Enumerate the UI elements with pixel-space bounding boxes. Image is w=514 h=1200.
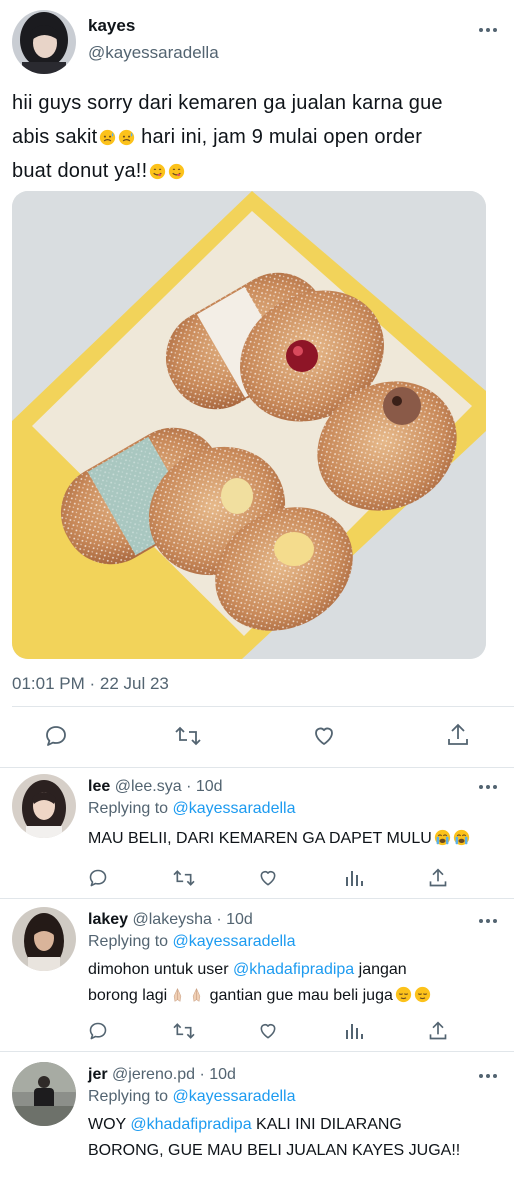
more-options-icon[interactable]: [476, 780, 500, 794]
more-options-icon[interactable]: [476, 914, 500, 928]
like-icon[interactable]: [258, 868, 278, 888]
replying-to: Replying to @kayessaradella: [88, 933, 295, 951]
reply-icon[interactable]: [44, 724, 68, 748]
yum-emoji-icon: [169, 163, 185, 180]
tweet-text-line: hii guys sorry dari kemaren ga jualan ka…: [12, 92, 443, 114]
tweet-timestamp[interactable]: 01:01 PM · 22 Jul 23: [12, 674, 169, 694]
reply-avatar[interactable]: [12, 1062, 76, 1126]
donut-box-photo[interactable]: [12, 191, 486, 659]
mention-link[interactable]: @kayessaradella: [173, 1088, 296, 1105]
reply-header: lee @lee.sya · 10d: [88, 778, 223, 796]
replying-to: Replying to @kayessaradella: [88, 800, 295, 818]
tweet-text-span: abis sakit: [12, 126, 98, 148]
tweet-text-span: hari ini, jam 9 mulai open order: [135, 126, 423, 148]
reply-text-line: borong lagi gantian gue mau beli juga: [88, 983, 498, 1009]
reply-text-span: gantian gue mau beli juga: [205, 987, 393, 1004]
reply-avatar[interactable]: [12, 907, 76, 971]
reply-avatar[interactable]: [12, 774, 76, 838]
mention-link[interactable]: @kayessaradella: [173, 800, 296, 817]
retweet-icon[interactable]: [172, 1021, 196, 1041]
reply-item[interactable]: jer @jereno.pd · 10d Replying to @kayess…: [0, 1052, 514, 1200]
crying-emoji-icon: [453, 829, 469, 846]
sad-sweat-emoji-icon: [119, 129, 135, 146]
reply-text-span: dimohon untuk user: [88, 961, 233, 978]
tweet-text-line: abis sakit hari ini, jam 9 mulai open or…: [12, 120, 502, 154]
relieved-emoji-icon: [414, 986, 431, 1003]
reply-text: WOY @khadafipradipa KALI INI DILARANG BO…: [88, 1112, 498, 1164]
reply-author-name[interactable]: lee: [88, 778, 110, 795]
divider: [12, 706, 514, 707]
more-options-icon[interactable]: [476, 1069, 500, 1083]
reply-text-line: dimohon untuk user @khadafipradipa janga…: [88, 957, 498, 983]
replying-to: Replying to @kayessaradella: [88, 1088, 295, 1106]
tweet-text-line: buat donut ya!!: [12, 154, 502, 188]
more-options-icon[interactable]: [476, 22, 500, 38]
retweet-icon[interactable]: [174, 724, 202, 748]
reply-text: MAU BELII, DARI KEMAREN GA DAPET MULU: [88, 826, 498, 852]
reply-icon[interactable]: [88, 1021, 108, 1041]
share-icon[interactable]: [428, 1020, 448, 1042]
praying-hands-emoji-icon: [193, 988, 201, 1002]
author-avatar[interactable]: [12, 10, 76, 74]
reply-text-span: borong lagi: [88, 987, 168, 1004]
tweet-text-span: buat donut ya!!: [12, 160, 148, 182]
reply-text-span: MAU BELII, DARI KEMAREN GA DAPET MULU: [88, 830, 432, 847]
author-handle[interactable]: @kayessaradella: [88, 43, 219, 63]
views-icon[interactable]: [344, 868, 364, 888]
praying-hands-emoji-icon: [174, 988, 182, 1002]
like-icon[interactable]: [312, 724, 336, 748]
reply-header: jer @jereno.pd · 10d: [88, 1066, 236, 1084]
tweet-text: hii guys sorry dari kemaren ga jualan ka…: [12, 86, 502, 188]
reply-text-span: KALI INI DILARANG: [251, 1116, 402, 1133]
main-tweet: kayes @kayessaradella hii guys sorry dar…: [0, 0, 514, 768]
sad-sweat-emoji-icon: [100, 129, 116, 146]
yum-emoji-icon: [150, 163, 166, 180]
reply-meta: @jereno.pd · 10d: [112, 1066, 236, 1083]
replying-prefix: Replying to: [88, 1088, 173, 1105]
reply-header: lakey @lakeysha · 10d: [88, 911, 253, 929]
reply-item[interactable]: lakey @lakeysha · 10d Replying to @kayes…: [0, 899, 514, 1051]
reply-text-line: BORONG, GUE MAU BELI JUALAN KAYES JUGA!!: [88, 1142, 461, 1159]
mention-link[interactable]: @khadafipradipa: [233, 961, 354, 978]
like-icon[interactable]: [258, 1021, 278, 1041]
reply-author-name[interactable]: jer: [88, 1066, 108, 1083]
views-icon[interactable]: [344, 1021, 364, 1041]
replying-prefix: Replying to: [88, 933, 173, 950]
retweet-icon[interactable]: [172, 868, 196, 888]
relieved-emoji-icon: [395, 986, 412, 1003]
mention-link[interactable]: @khadafipradipa: [130, 1116, 251, 1133]
replying-prefix: Replying to: [88, 800, 173, 817]
reply-text-span: WOY: [88, 1116, 131, 1133]
reply-item[interactable]: lee @lee.sya · 10d Replying to @kayessar…: [0, 768, 514, 899]
reply-author-name[interactable]: lakey: [88, 911, 128, 928]
reply-meta: @lakeysha · 10d: [132, 911, 253, 928]
reply-icon[interactable]: [88, 868, 108, 888]
reply-text: dimohon untuk user @khadafipradipa janga…: [88, 957, 498, 1009]
share-icon[interactable]: [428, 867, 448, 889]
mention-link[interactable]: @kayessaradella: [173, 933, 296, 950]
share-icon[interactable]: [446, 722, 470, 748]
reply-text-span: jangan: [354, 961, 407, 978]
author-name[interactable]: kayes: [88, 16, 135, 36]
crying-emoji-icon: [434, 829, 450, 846]
reply-text-line: WOY @khadafipradipa KALI INI DILARANG: [88, 1112, 498, 1138]
reply-meta: @lee.sya · 10d: [114, 778, 223, 795]
